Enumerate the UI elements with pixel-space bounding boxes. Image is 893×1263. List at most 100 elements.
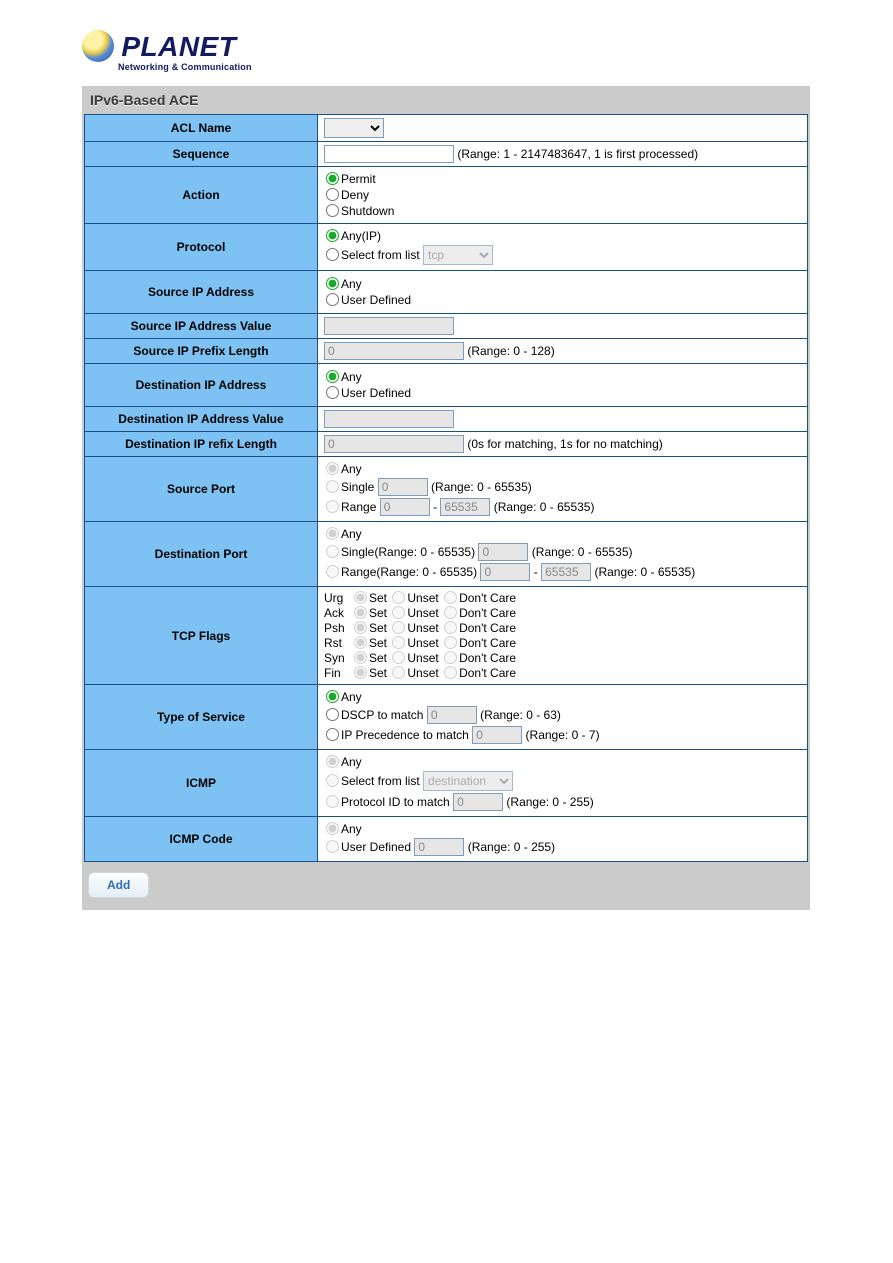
panel-title: IPv6-Based ACE (84, 88, 808, 114)
tcpflag-name: Urg (324, 591, 352, 605)
radio-srcip-user[interactable] (326, 293, 339, 306)
radio-icmpcode-user[interactable] (326, 840, 339, 853)
radio-icmp-any[interactable] (326, 755, 339, 768)
dstport-range-hi[interactable] (541, 563, 591, 581)
radio-ipprec[interactable] (326, 728, 339, 741)
text-unset: Unset (407, 666, 438, 680)
text-icmpcode-any: Any (341, 822, 362, 836)
radio-dstip-user[interactable] (326, 386, 339, 399)
radio-icmp-proto[interactable] (326, 795, 339, 808)
text-set: Set (369, 636, 387, 650)
text-icmp-any: Any (341, 755, 362, 769)
text-dstport-any: Any (341, 527, 362, 541)
radio-srcport-single[interactable] (326, 480, 339, 493)
text-srcip-user: User Defined (341, 293, 411, 307)
dst-ip-prefix-input[interactable] (324, 435, 464, 453)
ipprec-input[interactable] (472, 726, 522, 744)
text-shutdown: Shutdown (341, 204, 394, 218)
label-icmp: ICMP (85, 750, 318, 817)
label-tos: Type of Service (85, 685, 318, 750)
text-icmp-proto: Protocol ID to match (341, 795, 450, 809)
tcpflag-syn-unset[interactable] (392, 651, 405, 664)
tcpflag-ack-dontcare[interactable] (444, 606, 457, 619)
icmpcode-input[interactable] (414, 838, 464, 856)
tcpflag-rst-unset[interactable] (392, 636, 405, 649)
tcpflag-rst-dontcare[interactable] (444, 636, 457, 649)
add-button[interactable]: Add (88, 872, 149, 898)
text-set: Set (369, 621, 387, 635)
srcport-single-input[interactable] (378, 478, 428, 496)
label-src-ip: Source IP Address (85, 271, 318, 314)
radio-srcip-any[interactable] (326, 277, 339, 290)
text-icmp-list: Select from list (341, 774, 420, 788)
text-tos-any: Any (341, 690, 362, 704)
text-dontcare: Don't Care (459, 636, 516, 650)
dstport-single-input[interactable] (478, 543, 528, 561)
dscp-input[interactable] (427, 706, 477, 724)
radio-tos-any[interactable] (326, 690, 339, 703)
text-dontcare: Don't Care (459, 606, 516, 620)
radio-icmpcode-any[interactable] (326, 822, 339, 835)
label-dst-ip-prefix: Destination IP refix Length (85, 432, 318, 457)
srcport-range-hi[interactable] (440, 498, 490, 516)
src-ip-prefix-input[interactable] (324, 342, 464, 360)
text-icmpcode-user: User Defined (341, 840, 411, 854)
form-table: ACL Name Sequence (Range: 1 - 2147483647… (84, 114, 808, 862)
radio-select-list[interactable] (326, 248, 339, 261)
label-sequence: Sequence (85, 142, 318, 167)
radio-permit[interactable] (326, 172, 339, 185)
radio-dstport-range[interactable] (326, 565, 339, 578)
hint-prefix128: (Range: 0 - 128) (467, 344, 554, 358)
sequence-input[interactable] (324, 145, 454, 163)
src-ip-value-input[interactable] (324, 317, 454, 335)
text-dstport-single: Single(Range: 0 - 65535) (341, 545, 475, 559)
tcpflag-urg-unset[interactable] (392, 591, 405, 604)
radio-srcport-range[interactable] (326, 500, 339, 513)
radio-dstip-any[interactable] (326, 370, 339, 383)
tcpflag-syn-dontcare[interactable] (444, 651, 457, 664)
text-select-list: Select from list (341, 248, 420, 262)
text-unset: Unset (407, 606, 438, 620)
tcpflag-ack-set[interactable] (354, 606, 367, 619)
dst-ip-value-input[interactable] (324, 410, 454, 428)
acl-name-select[interactable] (324, 118, 384, 138)
logo-tagline: Networking & Communication (118, 62, 893, 72)
radio-dstport-any[interactable] (326, 527, 339, 540)
dstport-range-lo[interactable] (480, 563, 530, 581)
radio-icmp-list[interactable] (326, 774, 339, 787)
tcpflag-psh-unset[interactable] (392, 621, 405, 634)
tcpflag-syn-set[interactable] (354, 651, 367, 664)
tcpflag-fin-unset[interactable] (392, 666, 405, 679)
radio-deny[interactable] (326, 188, 339, 201)
label-src-port: Source Port (85, 457, 318, 522)
tcpflag-rst-set[interactable] (354, 636, 367, 649)
hint-dstport-range: (Range: 0 - 65535) (594, 565, 695, 579)
tcpflag-ack-unset[interactable] (392, 606, 405, 619)
text-dontcare: Don't Care (459, 621, 516, 635)
tcpflag-urg-set[interactable] (354, 591, 367, 604)
tcpflag-psh-dontcare[interactable] (444, 621, 457, 634)
label-dst-ip-val: Destination IP Address Value (85, 407, 318, 432)
radio-dstport-single[interactable] (326, 545, 339, 558)
text-srcport-range: Range (341, 500, 376, 514)
text-dstip-user: User Defined (341, 386, 411, 400)
text-dstip-any: Any (341, 370, 362, 384)
tcpflag-fin-set[interactable] (354, 666, 367, 679)
globe-icon (82, 30, 114, 62)
icmp-proto-input[interactable] (453, 793, 503, 811)
hint-sequence: (Range: 1 - 2147483647, 1 is first proce… (457, 147, 698, 161)
icmp-list-select[interactable]: destination (423, 771, 513, 791)
text-srcport-any: Any (341, 462, 362, 476)
tcpflag-urg-dontcare[interactable] (444, 591, 457, 604)
tcpflag-psh-set[interactable] (354, 621, 367, 634)
radio-dscp[interactable] (326, 708, 339, 721)
radio-srcport-any[interactable] (326, 462, 339, 475)
label-icmp-code: ICMP Code (85, 817, 318, 862)
protocol-select[interactable]: tcp (423, 245, 493, 265)
tcpflag-fin-dontcare[interactable] (444, 666, 457, 679)
radio-shutdown[interactable] (326, 204, 339, 217)
text-srcip-any: Any (341, 277, 362, 291)
text-dontcare: Don't Care (459, 666, 516, 680)
srcport-range-lo[interactable] (380, 498, 430, 516)
radio-anyip[interactable] (326, 229, 339, 242)
